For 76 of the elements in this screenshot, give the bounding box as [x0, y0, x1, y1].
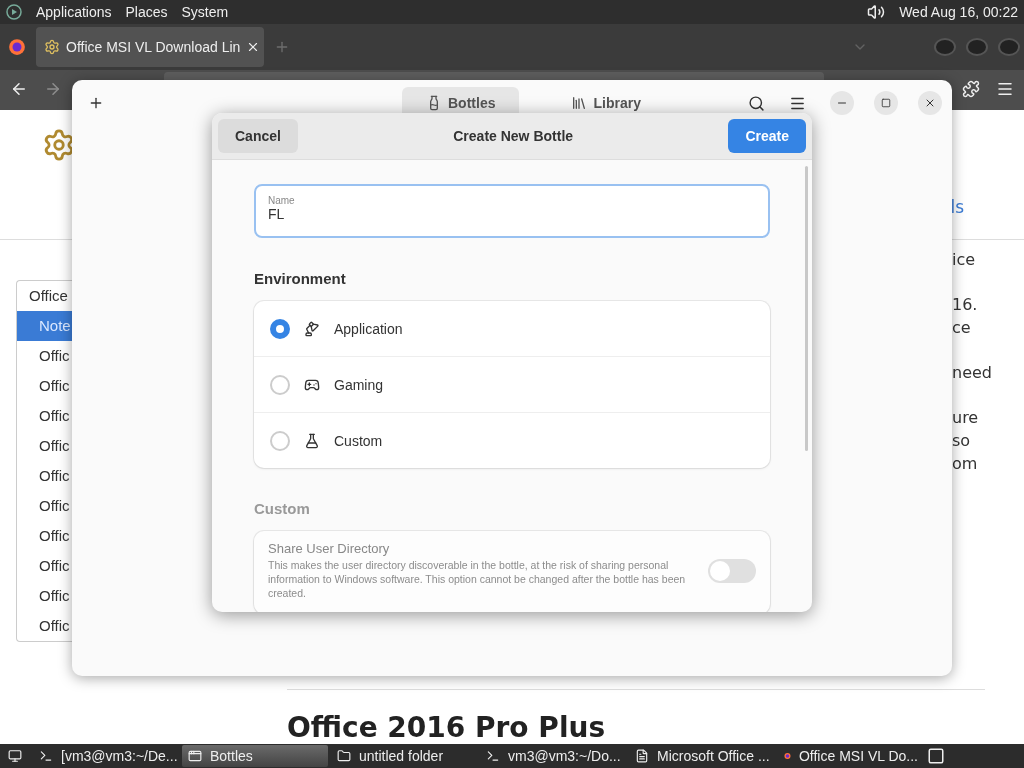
section-heading: Custom — [254, 500, 311, 517]
list-option[interactable]: Offic — [17, 371, 72, 401]
window-button[interactable] — [998, 38, 1020, 56]
setting-title: Share User Directory — [268, 541, 391, 556]
environment-option[interactable]: Custom — [254, 413, 770, 468]
workspace-icon[interactable] — [927, 747, 945, 765]
setting-description: This makes the user directory discoverable in the bottle, at the risk of sharing personal information to Windows software. This option cannot be changed after the bottle has been created. — [268, 558, 687, 600]
close-button[interactable] — [918, 91, 942, 115]
taskbar-item[interactable]: [vm3@vm3:~/De... — [33, 745, 179, 767]
back-icon[interactable] — [10, 80, 28, 98]
taskbar-item[interactable]: Bottles — [182, 745, 328, 767]
list-option[interactable]: Offic — [17, 431, 72, 461]
list-option[interactable]: Offic — [17, 551, 72, 581]
folder-icon — [337, 749, 351, 763]
firefox-icon[interactable] — [8, 38, 26, 56]
list-option[interactable]: Offic — [17, 341, 72, 371]
cancel-button[interactable]: Cancel — [218, 119, 298, 153]
browser-tab[interactable]: Office MSI VL Download Lin — [36, 27, 264, 67]
list-group-label: Office — [28, 286, 69, 306]
terminal-icon — [486, 749, 500, 763]
create-button[interactable]: Create — [728, 119, 806, 153]
close-icon — [924, 97, 936, 109]
file-icon — [635, 749, 649, 763]
taskbar-item[interactable]: Microsoft Office ... — [629, 745, 775, 767]
link[interactable]: ls — [950, 197, 964, 217]
list-option[interactable]: Offic — [17, 461, 72, 491]
list-option[interactable]: Offic — [17, 491, 72, 521]
radio-button[interactable] — [270, 374, 290, 395]
section-heading: Office 2016 Pro Plus — [287, 712, 607, 744]
minimize-button[interactable] — [830, 91, 854, 115]
panel-menu[interactable]: Places — [125, 4, 168, 20]
window-button[interactable] — [934, 38, 956, 56]
section-heading: Environment — [254, 270, 347, 287]
taskbar-item[interactable]: Office MSI VL Do... — [778, 745, 924, 767]
dialog-title: Create New Bottle — [453, 128, 574, 144]
text-fragment: om — [952, 453, 978, 475]
gear-icon — [44, 39, 60, 55]
maximize-icon — [881, 98, 891, 108]
taskbar-item[interactable]: untitled folder — [331, 745, 477, 767]
environment-option[interactable]: Application — [254, 301, 770, 357]
logo-icon[interactable] — [6, 4, 22, 20]
clock[interactable]: Wed Aug 16, 00:22 — [899, 4, 1018, 20]
option-label: Custom — [334, 432, 383, 449]
text-fragment: need — [952, 362, 992, 384]
panel-menu[interactable]: Applications — [36, 4, 112, 20]
list-option[interactable]: Offic — [17, 611, 72, 641]
text-fragment: so — [952, 430, 971, 452]
panel-menu[interactable]: System — [181, 4, 229, 20]
terminal-icon — [39, 749, 53, 763]
add-icon[interactable] — [88, 95, 104, 111]
books-icon — [571, 95, 588, 111]
puzzle-icon[interactable] — [962, 80, 980, 98]
list-option[interactable]: Offic — [17, 401, 72, 431]
speaker-icon[interactable] — [867, 3, 886, 21]
text-fragment: ure — [952, 407, 979, 429]
list-option[interactable]: Offic — [17, 581, 72, 611]
taskbar-item[interactable]: vm3@vm3:~/Do... — [480, 745, 626, 767]
radio-button[interactable] — [270, 430, 290, 451]
lamp-icon — [304, 320, 320, 337]
maximize-button[interactable] — [874, 91, 898, 115]
text-fragment: ice — [952, 249, 976, 271]
option-label: Gaming — [334, 376, 384, 393]
text-fragment: 16. — [952, 294, 978, 316]
option-label: Application — [334, 320, 403, 337]
list-option[interactable]: Offic — [17, 521, 72, 551]
text-fragment: ce — [952, 317, 971, 339]
radio-button[interactable] — [270, 318, 290, 339]
flask-icon — [304, 432, 320, 449]
environment-option[interactable]: Gaming — [254, 357, 770, 413]
window-button[interactable] — [966, 38, 988, 56]
menu-icon[interactable] — [996, 80, 1014, 98]
window-icon — [188, 749, 202, 763]
text-input[interactable]: FL — [268, 206, 756, 222]
scrollbar[interactable] — [805, 166, 808, 451]
forward-icon[interactable] — [44, 80, 62, 98]
name-field[interactable]: Name FL — [254, 184, 770, 238]
